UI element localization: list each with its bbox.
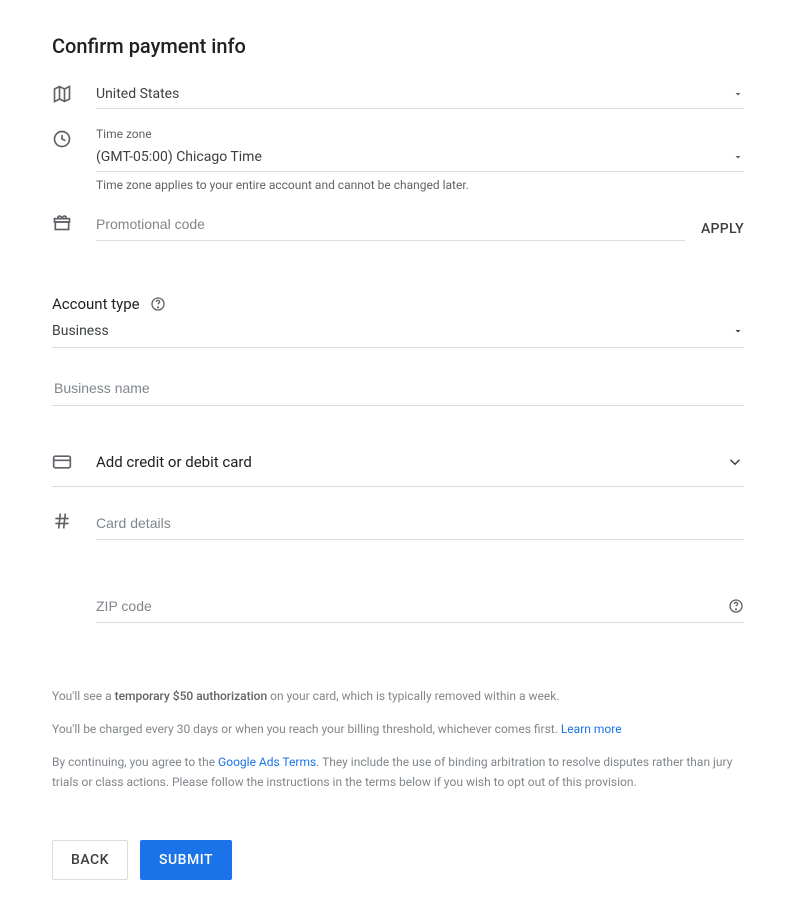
zip-input[interactable] — [96, 596, 720, 616]
terms-notice: By continuing, you agree to the Google A… — [52, 753, 744, 791]
add-card-toggle[interactable]: Add credit or debit card — [52, 442, 744, 487]
business-name-input[interactable] — [52, 379, 744, 397]
google-ads-terms-link[interactable]: Google Ads Terms — [218, 755, 316, 769]
chevron-down-icon — [732, 88, 744, 100]
timezone-hint: Time zone applies to your entire account… — [96, 178, 744, 192]
authorization-notice: You'll see a temporary $50 authorization… — [52, 687, 744, 706]
promo-input[interactable] — [96, 214, 685, 234]
account-type-value: Business — [52, 323, 732, 339]
map-icon — [52, 82, 96, 104]
clock-icon — [52, 127, 96, 149]
timezone-label: Time zone — [96, 127, 744, 141]
account-type-select[interactable]: Business — [52, 319, 744, 348]
page-title: Confirm payment info — [52, 34, 744, 58]
chevron-down-icon — [732, 151, 744, 163]
submit-button[interactable]: SUBMIT — [140, 840, 232, 880]
help-icon[interactable] — [728, 598, 744, 614]
back-button[interactable]: BACK — [52, 840, 128, 880]
timezone-value: (GMT-05:00) Chicago Time — [96, 149, 724, 165]
add-card-label: Add credit or debit card — [96, 453, 726, 471]
account-type-label: Account type — [52, 295, 140, 313]
apply-button[interactable]: APPLY — [701, 217, 744, 241]
country-value: United States — [96, 86, 724, 102]
country-select[interactable]: United States — [96, 82, 744, 109]
timezone-select[interactable]: (GMT-05:00) Chicago Time — [96, 145, 744, 172]
hash-icon — [52, 509, 96, 531]
help-icon[interactable] — [150, 296, 166, 312]
chevron-down-icon — [732, 325, 744, 337]
chevron-down-icon — [726, 453, 744, 471]
card-details-input[interactable] — [96, 513, 744, 533]
gift-icon — [52, 210, 96, 232]
learn-more-link[interactable]: Learn more — [561, 722, 622, 736]
billing-notice: You'll be charged every 30 days or when … — [52, 720, 744, 739]
credit-card-icon — [52, 452, 96, 472]
